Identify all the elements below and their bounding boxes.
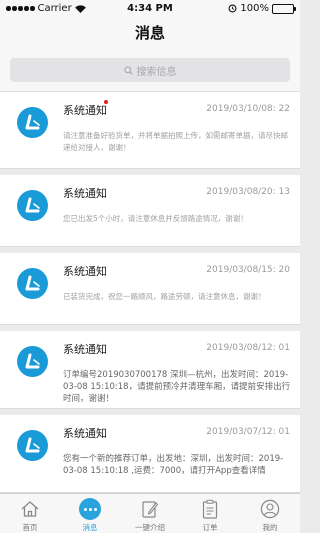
signal-icon — [6, 6, 35, 11]
edit-icon — [139, 498, 161, 520]
carrier-label: Carrier — [37, 3, 72, 14]
avatar — [17, 107, 48, 138]
status-bar: Carrier 4:34 PM 100% — [0, 0, 300, 17]
carrier-info: Carrier — [6, 3, 86, 14]
user-icon — [259, 498, 281, 520]
tab-label: 一键介绍 — [135, 523, 165, 532]
search-bar: 搜索信息 — [0, 47, 300, 92]
logo-icon — [25, 114, 40, 129]
unread-badge — [104, 100, 108, 104]
message-time: 2019/03/08/12: 01 — [206, 343, 290, 353]
nav-bar: 消息 — [0, 17, 300, 47]
tab-label: 我的 — [262, 523, 278, 532]
avatar — [17, 190, 48, 221]
logo-icon — [25, 353, 40, 368]
clipboard-icon — [199, 498, 221, 520]
message-time: 2019/03/08/15: 20 — [206, 265, 290, 275]
message-item[interactable]: 系统通知 2019/03/08/12: 01 订单编号2019030700178… — [0, 331, 300, 409]
battery-icon — [272, 3, 296, 14]
message-list: 系统通知 2019/03/10/08: 22 请注意准备好验货单，并将单据拍照上… — [0, 92, 300, 493]
tab-profile[interactable]: 我的 — [240, 494, 300, 533]
message-time: 2019/03/08/20: 13 — [206, 187, 290, 197]
chat-icon — [79, 498, 101, 520]
tab-home[interactable]: 首页 — [0, 494, 60, 533]
message-title: 系统通知 — [63, 187, 107, 200]
message-title: 系统通知 — [63, 104, 107, 117]
logo-icon — [25, 275, 40, 290]
avatar — [17, 268, 48, 299]
search-input[interactable]: 搜索信息 — [10, 58, 290, 82]
tab-label: 首页 — [22, 523, 38, 532]
avatar — [17, 346, 48, 377]
avatar — [17, 430, 48, 461]
message-title: 系统通知 — [63, 265, 107, 278]
alarm-icon — [228, 4, 237, 13]
tab-introduce[interactable]: 一键介绍 — [120, 494, 180, 533]
message-item[interactable]: 系统通知 2019/03/08/15: 20 已装货完成，祝您一路顺风，路途劳顿… — [0, 253, 300, 325]
wifi-icon — [74, 4, 86, 13]
message-body: 订单编号2019030700178 深圳—杭州，出发时间：2019-03-08 … — [63, 370, 291, 404]
tab-orders[interactable]: 订单 — [180, 494, 240, 533]
tab-bar: 首页 消息 一键介绍 订单 我的 — [0, 493, 300, 533]
battery-info: 100% — [228, 3, 296, 14]
tab-label: 订单 — [202, 523, 218, 532]
message-body: 您有一个新的推荐订单，出发地：深圳，出发时间：2019-03-08 15:10:… — [63, 454, 284, 476]
logo-icon — [25, 197, 40, 212]
battery-percent: 100% — [240, 3, 269, 14]
search-icon — [123, 65, 133, 75]
tab-messages[interactable]: 消息 — [60, 494, 120, 533]
message-time: 2019/03/07/12: 01 — [206, 427, 290, 437]
message-body: 您已出发5个小时，请注意休息并反馈路途情况，谢谢！ — [63, 214, 248, 223]
logo-icon — [25, 437, 40, 452]
home-icon — [19, 498, 41, 520]
message-title: 系统通知 — [63, 427, 107, 440]
page-title: 消息 — [134, 23, 165, 42]
message-body: 已装货完成，祝您一路顺风，路途劳顿，请注意休息，谢谢！ — [63, 292, 266, 301]
search-placeholder: 搜索信息 — [136, 66, 177, 78]
message-body: 请注意准备好验货单，并将单据拍照上传，如需邮寄单据，请尽快邮递给对接人，谢谢！ — [63, 131, 288, 152]
message-time: 2019/03/10/08: 22 — [206, 104, 290, 114]
message-title: 系统通知 — [63, 343, 107, 356]
tab-label: 消息 — [82, 523, 98, 532]
message-item[interactable]: 系统通知 2019/03/07/12: 01 您有一个新的推荐订单，出发地：深圳… — [0, 415, 300, 493]
message-item[interactable]: 系统通知 2019/03/10/08: 22 请注意准备好验货单，并将单据拍照上… — [0, 92, 300, 169]
message-item[interactable]: 系统通知 2019/03/08/20: 13 您已出发5个小时，请注意休息并反馈… — [0, 175, 300, 247]
